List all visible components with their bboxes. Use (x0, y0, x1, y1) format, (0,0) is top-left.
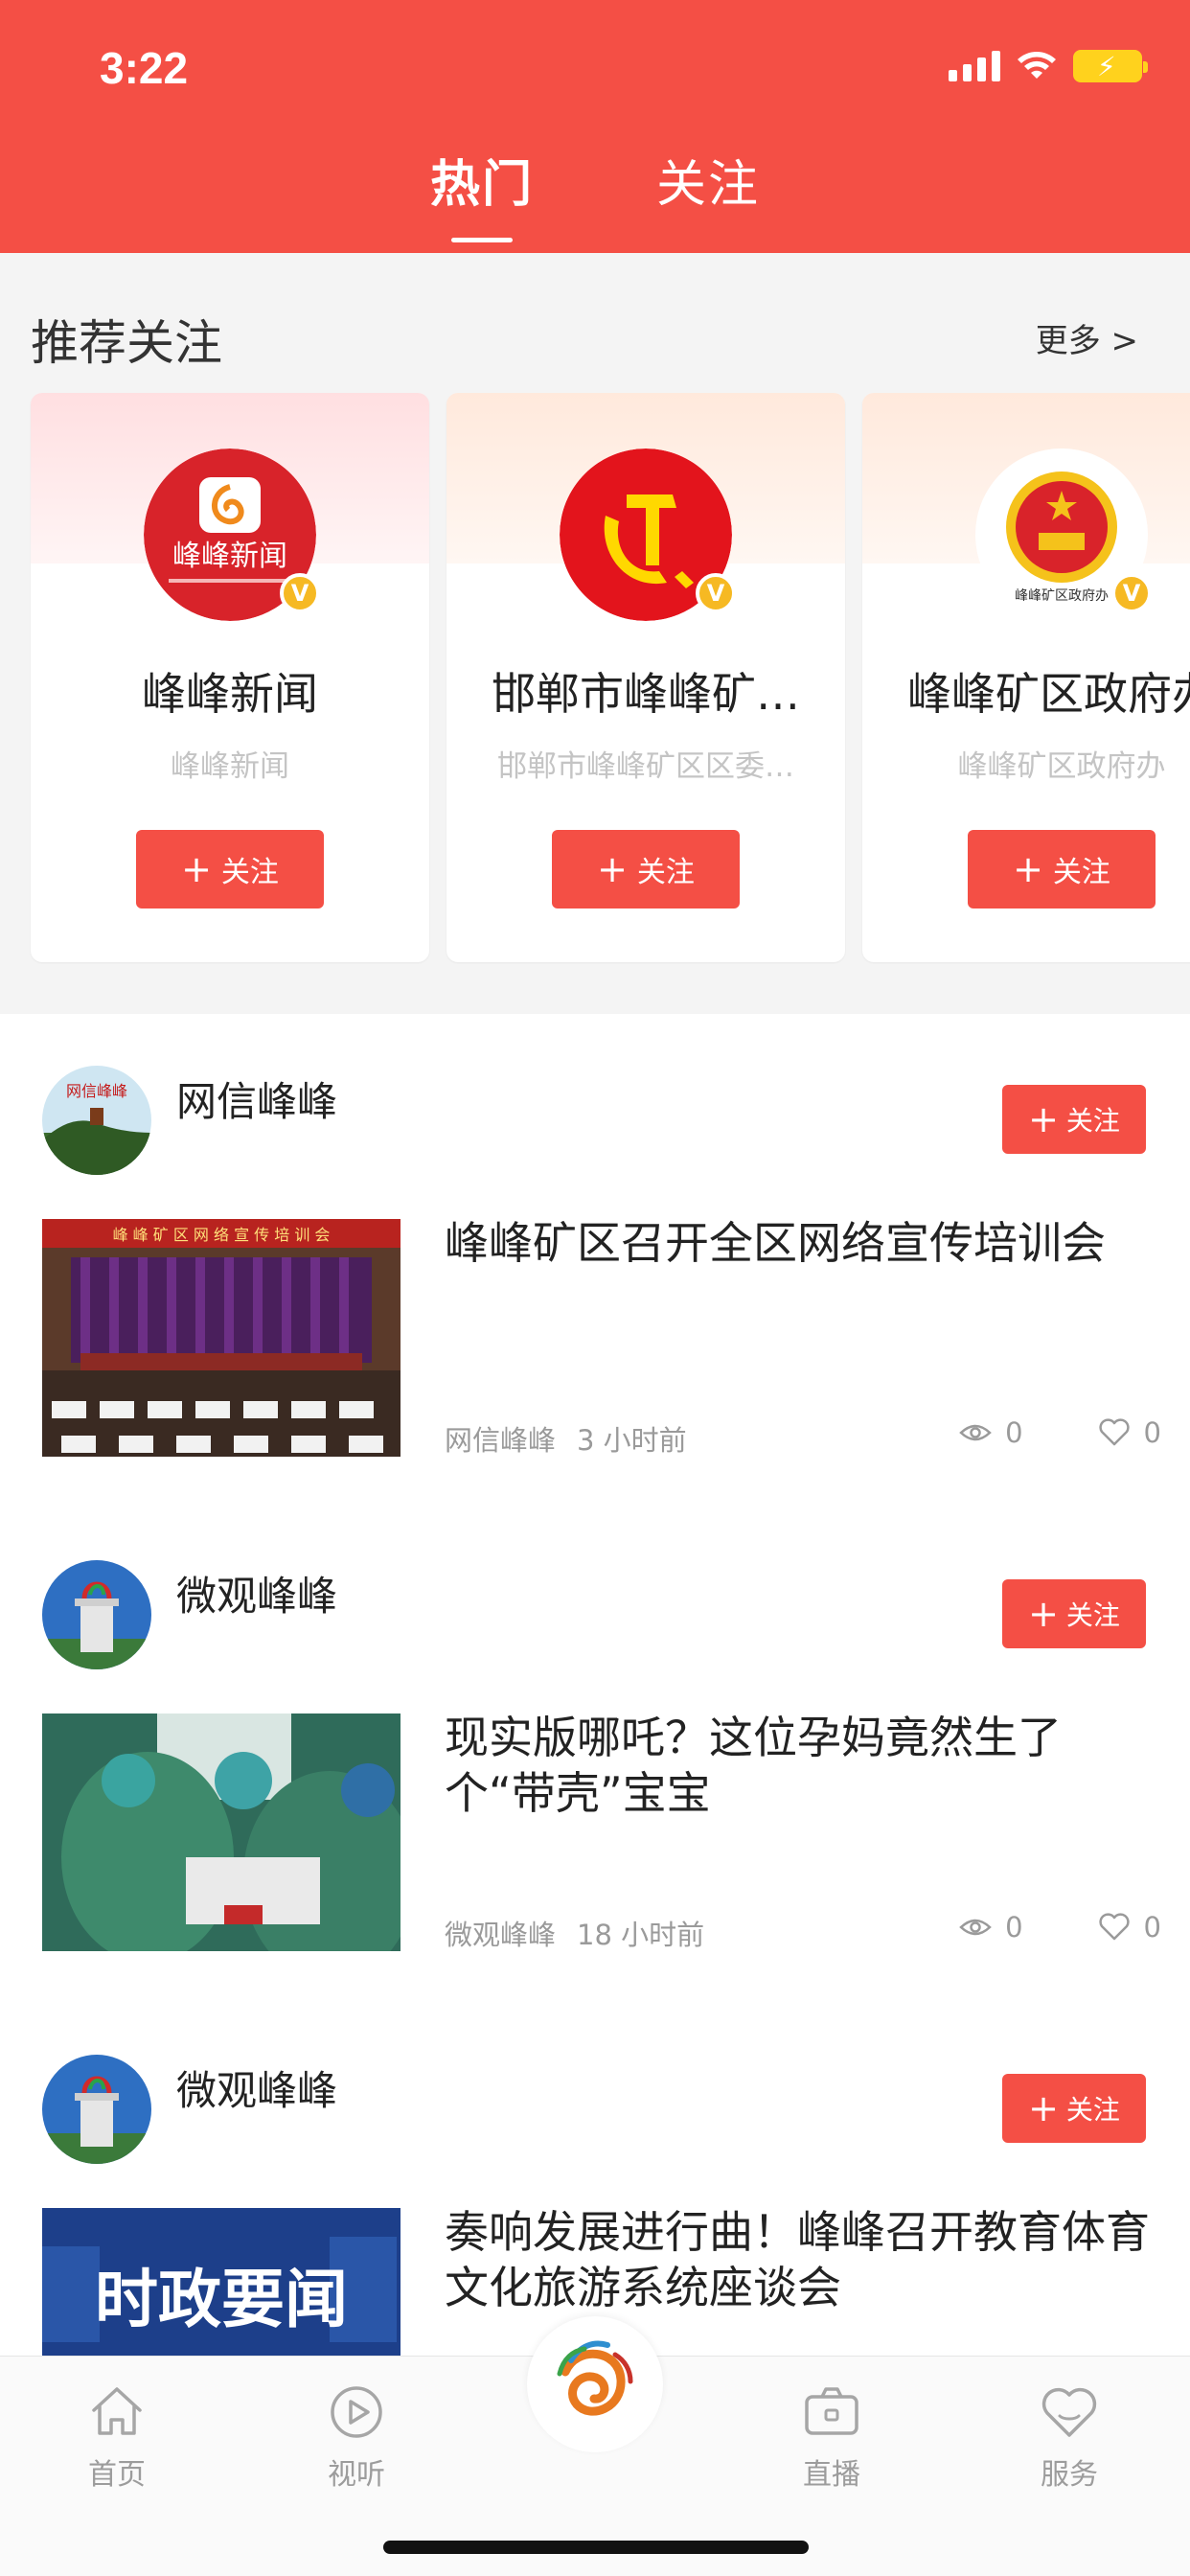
status-time: 3:22 (100, 43, 189, 93)
plus-icon: + (1028, 1098, 1059, 1140)
top-tabs: 热门 关注 (0, 144, 1190, 242)
verified-badge-icon: V (696, 573, 736, 613)
author-avatar[interactable] (42, 1560, 151, 1669)
card-name: 峰峰矿区政府办 (907, 668, 1190, 720)
home-icon (92, 2387, 142, 2435)
post-meta: 网信峰峰 3 小时前 (445, 1418, 687, 1459)
post-thumbnail[interactable]: 峰 峰 矿 区 网 络 宣 传 培 训 会 (42, 1219, 400, 1457)
card-name: 邯郸市峰峰矿… (492, 668, 800, 720)
heart-icon[interactable] (1098, 1913, 1131, 1942)
more-link[interactable]: 更多 > (1036, 314, 1138, 361)
tab-home[interactable]: 首页 (50, 2381, 184, 2493)
plus-icon: + (597, 848, 628, 890)
recommend-card[interactable]: V 邯郸市峰峰矿… 邯郸市峰峰矿区区委… + 关注 (446, 393, 845, 962)
tab-service[interactable]: 服务 (1002, 2381, 1136, 2493)
tab-following[interactable]: 关注 (656, 144, 760, 216)
eye-icon (959, 1919, 992, 1936)
home-indicator (383, 2541, 809, 2554)
follow-button[interactable]: + 关注 (1002, 1579, 1146, 1648)
card-subtitle: 峰峰矿区政府办 (957, 749, 1166, 784)
post-author: 微观峰峰 (176, 1573, 338, 1620)
svg-text:时政要闻: 时政要闻 (95, 2262, 348, 2336)
post-meta: 微观峰峰 18 小时前 (445, 1913, 704, 1953)
recommended-section: 推荐关注 更多 > 峰峰新闻 V 峰峰新闻 峰峰新闻 + 关注 V 邯郸市峰峰矿… (0, 253, 1190, 1014)
svg-text:网信峰峰: 网信峰峰 (66, 1082, 127, 1100)
post-thumbnail[interactable]: 时政要闻 (42, 2208, 400, 2356)
header: 3:22 ⚡ 热门 关注 (0, 0, 1190, 253)
wifi-icon (1018, 52, 1056, 79)
plus-icon: + (1028, 2087, 1059, 2129)
tab-hot[interactable]: 热门 (430, 144, 534, 242)
cellular-signal-icon (949, 51, 1000, 81)
view-count: 0 (1005, 1911, 1023, 1944)
like-count: 0 (1143, 1416, 1161, 1449)
svg-text:峰峰新闻: 峰峰新闻 (172, 540, 287, 573)
post-author: 微观峰峰 (176, 2067, 338, 2114)
card-name: 峰峰新闻 (142, 668, 318, 720)
plus-icon: + (1028, 1593, 1059, 1635)
heart-icon[interactable] (1098, 1418, 1131, 1447)
post-stats: 0 0 (959, 1911, 1161, 1944)
status-icons: ⚡ (949, 50, 1148, 82)
screen: 3:22 ⚡ 热门 关注 推荐关注 更多 > 峰峰新闻 V 峰峰新闻 峰峰新闻 … (0, 0, 1190, 2576)
follow-button[interactable]: + 关注 (552, 830, 740, 908)
author-avatar[interactable] (42, 2055, 151, 2164)
live-camera-icon (805, 2387, 858, 2435)
post-title[interactable]: 奏响发展进行曲！峰峰召开教育体育文化旅游系统座谈会 (445, 2204, 1154, 2315)
follow-button[interactable]: + 关注 (1002, 2074, 1146, 2143)
view-count: 0 (1005, 1416, 1023, 1449)
post-author: 网信峰峰 (176, 1078, 338, 1125)
post-time: 18 小时前 (577, 1919, 705, 1951)
post-title[interactable]: 现实版哪吒？这位孕妈竟然生了个“带壳”宝宝 (445, 1710, 1154, 1821)
recommend-card[interactable]: 峰峰新闻 V 峰峰新闻 峰峰新闻 + 关注 (31, 393, 429, 962)
plus-icon: + (1013, 848, 1043, 890)
heart-service-icon (1041, 2387, 1097, 2437)
like-count: 0 (1143, 1911, 1161, 1944)
meta-author: 网信峰峰 (445, 1424, 557, 1457)
svg-text:峰 峰 矿 区 网 络 宣 传 培 训 会: 峰 峰 矿 区 网 络 宣 传 培 训 会 (113, 1226, 331, 1244)
battery-charging-icon: ⚡ (1073, 50, 1148, 82)
center-logo-button[interactable] (527, 2316, 663, 2452)
tab-video[interactable]: 视听 (289, 2381, 423, 2493)
card-subtitle: 邯郸市峰峰矿区区委… (497, 749, 794, 784)
center-logo (538, 2327, 652, 2442)
post-title[interactable]: 峰峰矿区召开全区网络宣传培训会 (445, 1215, 1154, 1271)
tab-live[interactable]: 直播 (765, 2381, 899, 2493)
card-subtitle: 峰峰新闻 (171, 749, 289, 784)
feed-post[interactable]: 微观峰峰 + 关注 现实版哪吒？这位孕妈竟然生了个“带壳”宝宝 微观峰峰 18 … (0, 1508, 1190, 2003)
feed-post[interactable]: 网信峰峰 网信峰峰 + 关注 峰 峰 矿 区 网 络 宣 传 培 训 会 峰峰矿… (0, 1014, 1190, 1508)
svg-text:峰峰矿区政府办: 峰峰矿区政府办 (1015, 588, 1109, 604)
post-thumbnail[interactable] (42, 1714, 400, 1951)
feed-post[interactable]: 微观峰峰 + 关注 时政要闻 奏响发展进行曲！峰峰召开教育体育文化旅游系统座谈会 (0, 2003, 1190, 2356)
meta-author: 微观峰峰 (445, 1919, 557, 1951)
post-stats: 0 0 (959, 1416, 1161, 1449)
eye-icon (959, 1424, 992, 1441)
feed-list: 网信峰峰 网信峰峰 + 关注 峰 峰 矿 区 网 络 宣 传 培 训 会 峰峰矿… (0, 1014, 1190, 2356)
recommended-cards: 峰峰新闻 V 峰峰新闻 峰峰新闻 + 关注 V 邯郸市峰峰矿… 邯郸市峰峰矿区区… (31, 393, 1190, 962)
follow-button[interactable]: + 关注 (968, 830, 1156, 908)
post-time: 3 小时前 (577, 1424, 687, 1457)
follow-button[interactable]: + 关注 (1002, 1085, 1146, 1154)
verified-badge-icon: V (280, 573, 320, 613)
recommend-card[interactable]: 峰峰矿区政府办 V 峰峰矿区政府办 峰峰矿区政府办 + 关注 (862, 393, 1190, 962)
verified-badge-icon: V (1111, 573, 1152, 613)
author-avatar[interactable]: 网信峰峰 (42, 1066, 151, 1175)
follow-button[interactable]: + 关注 (136, 830, 324, 908)
play-icon (331, 2386, 382, 2438)
recommended-title: 推荐关注 (31, 315, 222, 371)
plus-icon: + (181, 848, 212, 890)
bottom-tab-bar: 首页 视听 直播 服务 (0, 2316, 1190, 2576)
